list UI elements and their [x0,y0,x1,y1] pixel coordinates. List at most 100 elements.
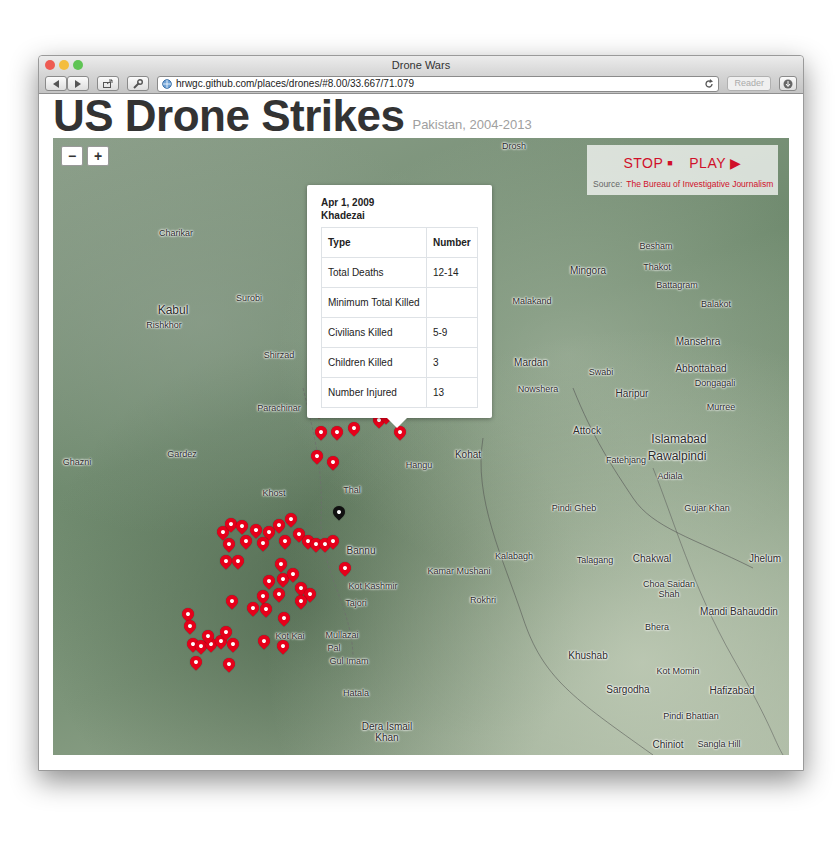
place-label: Hatala [343,689,369,699]
place-label: Khushab [568,650,607,661]
place-label: Kamar Mushani [427,567,490,577]
place-label: Thal [343,486,361,496]
table-cell: Total Deaths [322,258,427,288]
place-label: Mullazai [325,631,358,641]
place-label: Rokhri [470,596,496,606]
strike-marker[interactable] [346,420,363,437]
place-label: Surobi [236,294,262,304]
map[interactable]: KabulCharikarSurobiRishkhorShirzadParach… [53,138,789,755]
place-label: Parachinar [257,404,301,414]
place-label: Kot Kashmir [348,582,397,592]
strike-marker[interactable] [221,656,238,673]
strike-marker[interactable] [230,553,247,570]
play-icon: ▶ [730,153,742,174]
strike-marker[interactable] [329,424,346,441]
strike-marker[interactable] [309,448,326,465]
place-label: Battagram [656,281,698,291]
strike-marker[interactable] [331,504,348,521]
zoom-in-button[interactable]: + [87,146,109,166]
table-cell: 5-9 [426,318,477,348]
place-label: Charikar [159,229,193,239]
strike-marker[interactable] [188,654,205,671]
place-label: Thakot [643,263,671,273]
settings-button[interactable] [127,76,149,91]
strike-marker[interactable] [255,588,272,605]
place-label: Kot Momin [656,667,699,677]
page-header: US Drone StrikesPakistan, 2004-2013 [53,94,789,138]
source-link[interactable]: The Bureau of Investigative Journalism [626,178,773,191]
popup-header: Apr 1, 2009Khadezai [321,197,478,222]
place-label: Malakand [512,297,551,307]
table-cell [426,288,477,318]
back-button[interactable] [45,76,67,91]
zoom-button[interactable] [73,60,83,70]
reload-icon [704,79,714,89]
wrench-icon [133,79,143,89]
forward-icon [74,80,82,88]
close-button[interactable] [45,60,55,70]
download-icon [783,79,793,89]
place-label: Talagang [577,556,614,566]
popup-table-body: Total Deaths12-14Minimum Total KilledCiv… [322,258,478,408]
address-bar[interactable]: hrwgc.github.com/places/drones/#8.00/33.… [157,76,719,92]
page-subtitle: Pakistan, 2004-2013 [412,115,531,139]
place-label: Gujar Khan [684,504,730,514]
place-label: Pal [327,644,340,654]
table-cell: Number Injured [322,378,427,408]
table-cell: Minimum Total Killed [322,288,427,318]
strike-marker[interactable] [261,573,278,590]
place-label: Sangla Hill [697,740,740,750]
strike-marker[interactable] [224,593,241,610]
place-label: Balakot [701,300,731,310]
popup-table-head: TypeNumber [322,228,478,258]
strike-marker[interactable] [313,424,330,441]
forward-button[interactable] [67,76,89,91]
table-row: Number Injured13 [322,378,478,408]
strike-marker[interactable] [325,454,342,471]
place-label: Adiala [657,472,682,482]
strike-marker[interactable] [271,586,288,603]
strike-marker[interactable] [277,533,294,550]
reader-button[interactable]: Reader [727,76,771,91]
strike-marker[interactable] [182,618,199,635]
place-label: Pindi Bhattian [663,712,719,722]
place-label: Chiniot [652,739,683,750]
place-label: Shirzad [264,351,295,361]
place-label: Dera Ismail Khan [357,721,417,743]
place-label: Ghazni [63,458,92,468]
browser-window: Drone Warshrwgc.github.com/places/drones… [38,55,804,771]
table-row: Total Deaths12-14 [322,258,478,288]
share-button[interactable] [97,76,119,91]
stop-button[interactable]: STOP■ [623,153,673,174]
place-label: Khost [262,489,285,499]
nav-buttons [45,76,89,91]
stop-label: STOP [623,153,663,174]
strike-marker[interactable] [276,610,293,627]
place-label: Gul Imam [329,657,368,667]
table-row: Children Killed3 [322,348,478,378]
table-cell: 13 [426,378,477,408]
place-label: Drosh [502,142,526,152]
url-text: hrwgc.github.com/places/drones/#8.00/33.… [176,76,700,91]
place-label: Haripur [616,388,649,399]
zoom-out-button[interactable]: − [61,146,83,166]
place-label: Besham [639,242,672,252]
strike-marker[interactable] [337,560,354,577]
back-icon [52,80,60,88]
downloads-button[interactable] [779,76,797,91]
place-label: Murree [707,403,736,413]
place-label: Chakwal [633,553,671,564]
source-line: Source:The Bureau of Investigative Journ… [593,178,772,191]
place-label: Rishkhor [146,321,182,331]
place-label: Mingora [570,265,606,276]
place-label: Swabi [589,368,614,378]
strike-marker[interactable] [256,633,273,650]
strike-marker[interactable] [258,601,275,618]
minimize-button[interactable] [59,60,69,70]
place-label: Kalabagh [495,552,533,562]
playback-panel: STOP■ PLAY▶ Source:The Bureau of Investiga… [587,145,778,195]
play-button[interactable]: PLAY▶ [689,153,741,174]
table-row: Civilians Killed5-9 [322,318,478,348]
place-label: Dongagali [695,379,736,389]
share-icon [103,79,113,88]
